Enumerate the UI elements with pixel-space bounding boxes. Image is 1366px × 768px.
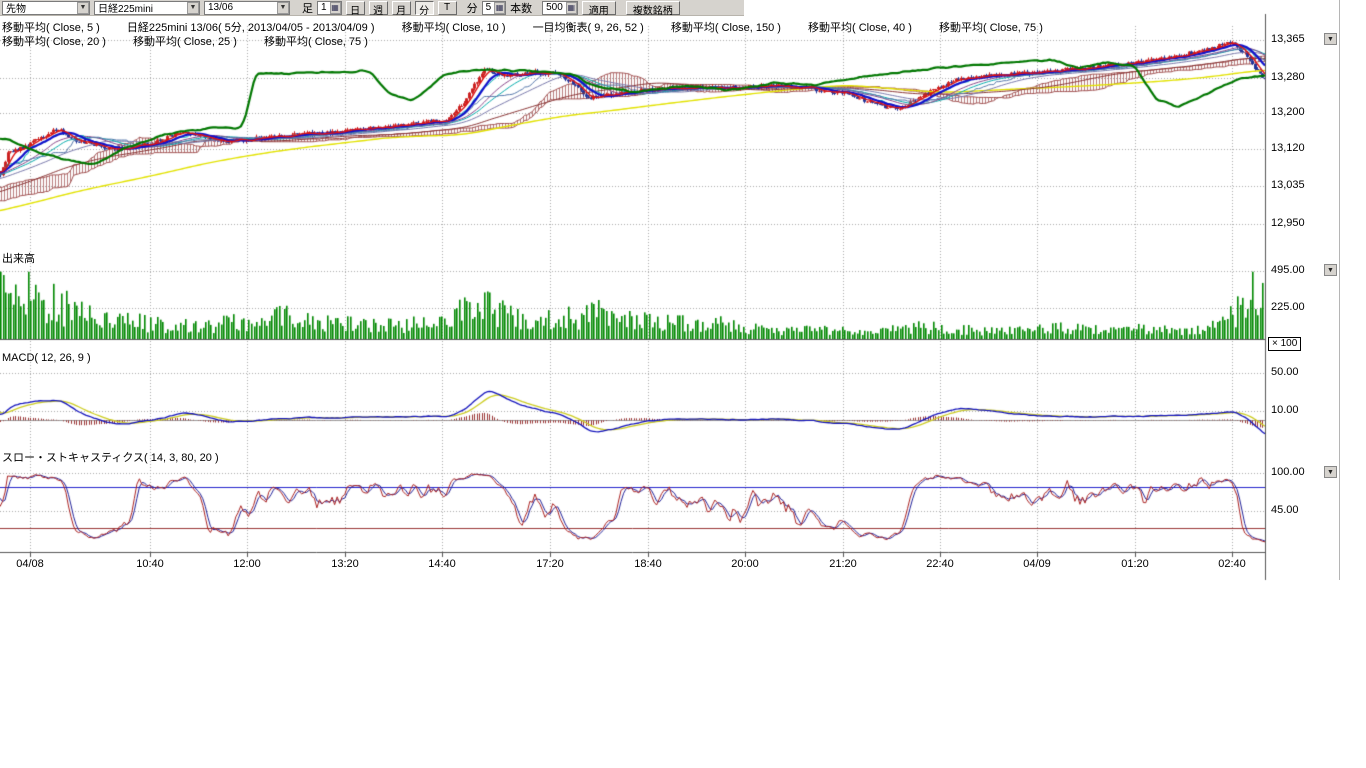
- bar-count-value: 500: [546, 2, 563, 13]
- legend-row-2: 移動平均( Close, 20 ) 移動平均( Close, 25 ) 移動平均…: [2, 33, 392, 49]
- macd-axis-tick: 50.00: [1271, 366, 1299, 378]
- contract-value: 13/06: [208, 2, 233, 13]
- period-daily-button[interactable]: 日: [346, 1, 365, 15]
- time-axis-tick: 22:40: [926, 558, 954, 570]
- symbol-select[interactable]: 日経225mini ▼: [94, 1, 200, 15]
- time-axis-tick: 02:40: [1218, 558, 1246, 570]
- bar-count-input[interactable]: 500 ▦: [542, 1, 578, 15]
- time-axis-tick: 14:40: [428, 558, 456, 570]
- day-span-value: 1: [321, 2, 327, 13]
- apply-button[interactable]: 適用: [582, 1, 616, 15]
- period-weekly-button[interactable]: 週: [369, 1, 388, 15]
- legend-ichimoku: 一目均衡表( 9, 26, 52 ): [533, 22, 644, 34]
- time-axis-tick: 21:20: [829, 558, 857, 570]
- time-axis-tick: 20:00: [731, 558, 759, 570]
- chart-canvas[interactable]: [0, 0, 1366, 596]
- volume-axis-tick: 225.00: [1271, 301, 1305, 313]
- day-span-input[interactable]: 1 ▦: [317, 1, 342, 15]
- bar-count-label: 本数: [510, 0, 532, 16]
- symbol-value: 日経225mini: [98, 0, 153, 15]
- multi-symbol-button[interactable]: 複数銘柄: [626, 1, 680, 15]
- volume-axis-tick: 495.00: [1271, 264, 1305, 276]
- volume-multiplier-badge: × 100: [1268, 337, 1301, 351]
- price-pane-scale-button[interactable]: ▼: [1324, 33, 1337, 45]
- period-monthly-button[interactable]: 月: [392, 1, 411, 15]
- volume-pane-scale-button[interactable]: ▼: [1324, 264, 1337, 276]
- legend-ma75: 移動平均( Close, 75 ): [939, 22, 1043, 34]
- price-axis-tick: 12,950: [1271, 217, 1305, 229]
- minute-label: 分: [467, 0, 478, 16]
- chevron-down-icon[interactable]: ▼: [277, 2, 289, 14]
- macd-axis-tick: 10.00: [1271, 404, 1299, 416]
- stoch-axis-tick: 45.00: [1271, 504, 1299, 516]
- calendar-grid-icon[interactable]: ▦: [494, 2, 505, 14]
- chevron-down-icon[interactable]: ▼: [77, 2, 89, 14]
- stoch-axis-tick: 100.00: [1271, 466, 1305, 478]
- stoch-pane-label: スロー・ストキャスティクス( 14, 3, 80, 20 ): [2, 449, 219, 465]
- volume-pane-label: 出来高: [2, 250, 35, 266]
- instrument-type-value: 先物: [6, 0, 26, 15]
- price-axis-tick: 13,035: [1271, 179, 1305, 191]
- contract-month-select[interactable]: 13/06 ▼: [204, 1, 290, 15]
- calendar-grid-icon[interactable]: ▦: [330, 2, 341, 14]
- legend-ma75-2: 移動平均( Close, 75 ): [264, 36, 368, 48]
- minute-value: 5: [486, 2, 492, 13]
- time-axis-tick: 18:40: [634, 558, 662, 570]
- time-axis-tick: 17:20: [536, 558, 564, 570]
- price-axis-tick: 13,120: [1271, 142, 1305, 154]
- calendar-grid-icon[interactable]: ▦: [566, 2, 577, 14]
- legend-ma40: 移動平均( Close, 40 ): [808, 22, 912, 34]
- macd-pane-label: MACD( 12, 26, 9 ): [2, 352, 91, 364]
- time-axis-tick: 12:00: [233, 558, 261, 570]
- legend-ma10: 移動平均( Close, 10 ): [402, 22, 506, 34]
- legend-ma150: 移動平均( Close, 150 ): [671, 22, 781, 34]
- chart-region: 移動平均( Close, 5 ) 日経225mini 13/06( 5分, 20…: [0, 0, 1366, 596]
- time-axis-tick: 10:40: [136, 558, 164, 570]
- time-axis-tick: 13:20: [331, 558, 359, 570]
- price-axis-tick: 13,200: [1271, 106, 1305, 118]
- legend-ma20: 移動平均( Close, 20 ): [2, 36, 106, 48]
- time-axis-tick: 01:20: [1121, 558, 1149, 570]
- chevron-down-icon[interactable]: ▼: [187, 2, 199, 14]
- instrument-type-select[interactable]: 先物 ▼: [2, 1, 90, 15]
- toolbar: 先物 ▼ 日経225mini ▼ 13/06 ▼ 足 1 ▦ 日 週 月 分 T…: [0, 0, 744, 16]
- stoch-pane-scale-button[interactable]: ▼: [1324, 466, 1337, 478]
- time-axis-tick: 04/08: [16, 558, 44, 570]
- chart-application-window: 先物 ▼ 日経225mini ▼ 13/06 ▼ 足 1 ▦ 日 週 月 分 T…: [0, 0, 1366, 768]
- period-minute-button[interactable]: 分: [415, 1, 434, 15]
- legend-ma25: 移動平均( Close, 25 ): [133, 36, 237, 48]
- time-axis-tick: 04/09: [1023, 558, 1051, 570]
- window-edge-line: [1339, 0, 1340, 580]
- price-axis-tick: 13,280: [1271, 71, 1305, 83]
- period-tick-button[interactable]: T: [438, 1, 457, 15]
- minute-value-input[interactable]: 5 ▦: [482, 1, 507, 15]
- price-axis-tick: 13,365: [1271, 33, 1305, 45]
- timeframe-label: 足: [302, 0, 313, 16]
